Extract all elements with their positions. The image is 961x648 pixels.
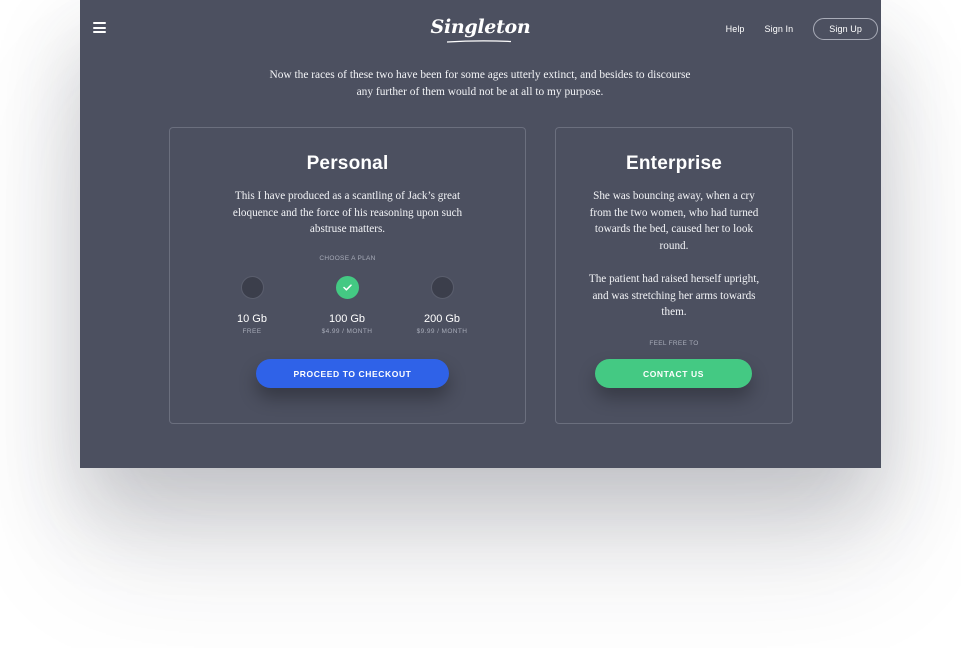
plan-radio-selected[interactable] (335, 276, 359, 299)
nav-signin-link[interactable]: Sign In (765, 24, 794, 34)
enterprise-description-1: She was bouncing away, when a cry from t… (589, 190, 759, 252)
signup-button[interactable]: Sign Up (813, 18, 878, 40)
choose-plan-label: CHOOSE A PLAN (319, 255, 376, 262)
plan-price: $4.99 / MONTH (321, 328, 373, 335)
enterprise-plan-card: Enterprise She was bouncing away, when a… (555, 127, 793, 424)
personal-description: This I have produced as a scantling of J… (232, 190, 463, 236)
top-nav: Help Sign In Sign Up (726, 18, 878, 40)
check-icon (342, 284, 352, 291)
contact-us-button[interactable]: CONTACT US (595, 359, 752, 388)
logo-underline (446, 40, 512, 43)
pricing-page: Singleton Help Sign In Sign Up Now the r… (80, 0, 881, 468)
intro-line-1: Now the races of these two have been for… (269, 69, 691, 81)
enterprise-description-2: The patient had raised herself upright, … (588, 273, 760, 319)
plan-radio[interactable] (240, 276, 264, 299)
intro-text: Now the races of these two have been for… (230, 67, 730, 101)
enterprise-title: Enterprise (626, 153, 722, 174)
nav-help-link[interactable]: Help (726, 24, 745, 34)
plan-price: $9.99 / MONTH (416, 328, 468, 335)
plan-option-200gb[interactable]: 200 Gb $9.99 / MONTH (402, 276, 482, 335)
plan-option-10gb[interactable]: 10 Gb FREE (212, 276, 292, 335)
personal-plan-card: Personal This I have produced as a scant… (169, 127, 526, 424)
plan-option-100gb[interactable]: 100 Gb $4.99 / MONTH (307, 276, 387, 335)
plan-radio[interactable] (430, 276, 454, 299)
personal-title: Personal (306, 153, 389, 174)
plan-size: 10 Gb (237, 313, 267, 325)
proceed-to-checkout-button[interactable]: PROCEED TO CHECKOUT (256, 359, 449, 388)
plan-price: FREE (242, 328, 262, 335)
plan-size: 100 Gb (328, 313, 366, 325)
feel-free-label: FEEL FREE TO (649, 340, 699, 347)
plan-size: 200 Gb (423, 313, 461, 325)
intro-line-2: any further of them would not be at all … (356, 86, 604, 98)
